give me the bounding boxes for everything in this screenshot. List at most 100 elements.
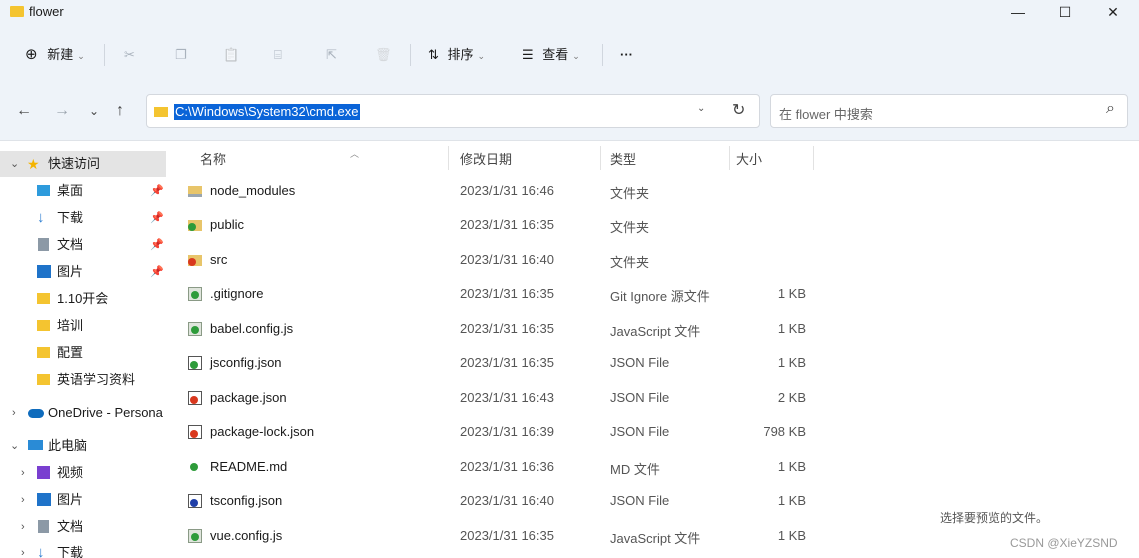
up-button[interactable]: ↑	[116, 102, 124, 120]
maximize-button[interactable]: ☐	[1050, 2, 1080, 22]
folder-icon	[10, 6, 24, 17]
js-file-icon	[188, 322, 202, 336]
search-icon[interactable]: ⌕	[1106, 100, 1115, 118]
sort-button[interactable]: ⇅ 排序 ⌄	[428, 44, 485, 66]
share-icon: ⇱	[326, 47, 337, 62]
column-divider[interactable]	[448, 146, 449, 170]
column-header-name[interactable]: 名称 ︿	[200, 149, 359, 168]
file-date: 2023/1/31 16:40	[460, 493, 554, 508]
file-name: package.json	[210, 390, 287, 405]
file-date: 2023/1/31 16:35	[460, 286, 554, 301]
column-divider[interactable]	[729, 146, 730, 170]
file-size: 1 KB	[777, 355, 806, 370]
view-button[interactable]: ☰ 查看 ⌄	[522, 44, 580, 66]
file-row[interactable]: babel.config.js 2023/1/31 16:35 JavaScri…	[168, 313, 818, 347]
sidebar-item-desktop[interactable]: 桌面 📌	[0, 178, 166, 204]
column-divider[interactable]	[600, 146, 601, 170]
divider	[602, 44, 603, 66]
folder-icon	[188, 186, 202, 197]
column-header-date[interactable]: 修改日期	[460, 149, 512, 168]
chevron-down-icon: ⌄	[572, 51, 580, 61]
column-header-type[interactable]: 类型	[610, 149, 636, 168]
file-type: 文件夹	[610, 186, 650, 201]
column-divider[interactable]	[813, 146, 814, 170]
chevron-right-icon[interactable]: ›	[21, 540, 25, 558]
sidebar-item-pc-pictures[interactable]: › 图片	[0, 487, 166, 513]
file-date: 2023/1/31 16:35	[460, 321, 554, 336]
pin-icon: 📌	[150, 266, 164, 278]
delete-button[interactable]: 🗑	[375, 44, 392, 66]
sidebar-item-this-pc[interactable]: ⌄ 此电脑	[0, 433, 166, 459]
file-row[interactable]: jsconfig.json 2023/1/31 16:35 JSON File …	[168, 347, 818, 381]
address-input[interactable]: C:\Windows\System32\cmd.exe	[174, 104, 360, 120]
pin-icon: 📌	[150, 212, 164, 224]
file-size: 1 KB	[777, 493, 806, 508]
trash-icon: 🗑	[375, 47, 392, 62]
cut-button[interactable]: ✂	[124, 44, 135, 66]
chevron-down-icon[interactable]: ⌄	[10, 433, 19, 459]
file-row[interactable]: public 2023/1/31 16:35 文件夹	[168, 209, 818, 243]
file-date: 2023/1/31 16:35	[460, 217, 554, 232]
sidebar-item-onedrive[interactable]: › OneDrive - Persona	[0, 400, 166, 426]
pin-icon: 📌	[150, 239, 164, 251]
sidebar-item-downloads[interactable]: ↓ 下载 📌	[0, 205, 166, 231]
forward-button[interactable]: →	[54, 102, 70, 120]
chevron-down-icon[interactable]: ⌄	[10, 151, 19, 177]
sidebar-item-pc-downloads[interactable]: › ↓ 下载	[0, 540, 166, 558]
file-row[interactable]: package.json 2023/1/31 16:43 JSON File 2…	[168, 382, 818, 416]
file-name: package-lock.json	[210, 424, 315, 439]
sort-icon: ⇅	[428, 47, 439, 62]
sidebar-item-folder-english[interactable]: 英语学习资料	[0, 367, 166, 393]
chevron-right-icon[interactable]: ›	[21, 460, 25, 486]
copy-button[interactable]: ❐	[175, 44, 187, 66]
chevron-down-icon[interactable]: ⌄	[697, 103, 705, 114]
recent-locations-button[interactable]: ⌄	[89, 104, 99, 118]
sidebar-item-videos[interactable]: › 视频	[0, 460, 166, 486]
new-button[interactable]: ⊕ 新建 ⌄	[25, 44, 85, 66]
sidebar-item-quick-access[interactable]: ⌄ ★ 快速访问	[0, 151, 166, 177]
column-header-size[interactable]: 大小	[736, 149, 762, 168]
video-icon	[37, 466, 50, 479]
file-date: 2023/1/31 16:35	[460, 528, 554, 543]
sidebar-item-label: OneDrive - Persona	[48, 405, 163, 420]
folder-icon	[37, 320, 50, 331]
sidebar-item-pictures[interactable]: 图片 📌	[0, 259, 166, 285]
file-row[interactable]: tsconfig.json 2023/1/31 16:40 JSON File …	[168, 485, 818, 519]
minimize-button[interactable]: —	[1003, 2, 1033, 22]
file-row[interactable]: package-lock.json 2023/1/31 16:39 JSON F…	[168, 416, 818, 450]
file-name: node_modules	[210, 183, 296, 198]
sidebar-item-pc-documents[interactable]: › 文档	[0, 514, 166, 540]
sidebar-item-label: 培训	[57, 318, 84, 333]
close-button[interactable]: ✕	[1098, 2, 1128, 22]
document-icon	[38, 520, 49, 533]
paste-button[interactable]: 📋	[223, 44, 239, 66]
chevron-right-icon[interactable]: ›	[21, 514, 25, 540]
rename-button[interactable]: ⌸	[274, 44, 282, 66]
file-type: JavaScript 文件	[610, 324, 701, 339]
share-button[interactable]: ⇱	[326, 44, 337, 66]
more-button[interactable]: ···	[620, 44, 633, 66]
sidebar-item-folder-config[interactable]: 配置	[0, 340, 166, 366]
chevron-right-icon[interactable]: ›	[12, 400, 16, 426]
file-row[interactable]: vue.config.js 2023/1/31 16:35 JavaScript…	[168, 520, 818, 554]
pictures-icon	[37, 265, 51, 278]
sidebar-item-documents[interactable]: 文档 📌	[0, 232, 166, 258]
sidebar-item-label: 下载	[57, 210, 84, 225]
file-row[interactable]: .gitignore 2023/1/31 16:35 Git Ignore 源文…	[168, 278, 818, 312]
file-row[interactable]: src 2023/1/31 16:40 文件夹	[168, 244, 818, 278]
file-row[interactable]: README.md 2023/1/31 16:36 MD 文件 1 KB	[168, 451, 818, 485]
sidebar-item-folder-training[interactable]: 培训	[0, 313, 166, 339]
file-name: public	[210, 217, 244, 232]
file-date: 2023/1/31 16:35	[460, 355, 554, 370]
sidebar-item-folder-meeting[interactable]: 1.10开会	[0, 286, 166, 312]
address-bar[interactable]: C:\Windows\System32\cmd.exe ⌄ ↻	[146, 94, 760, 128]
file-row[interactable]: node_modules 2023/1/31 16:46 文件夹	[168, 175, 818, 209]
back-button[interactable]: ←	[16, 102, 32, 120]
js-file-icon	[188, 529, 202, 543]
refresh-button[interactable]: ↻	[732, 100, 745, 120]
plus-circle-icon: ⊕	[25, 46, 38, 63]
chevron-right-icon[interactable]: ›	[21, 487, 25, 513]
search-box[interactable]: 在 flower 中搜索 ⌕	[770, 94, 1128, 128]
sidebar-item-label: 下载	[57, 545, 84, 558]
search-input[interactable]: 在 flower 中搜索	[779, 104, 873, 123]
